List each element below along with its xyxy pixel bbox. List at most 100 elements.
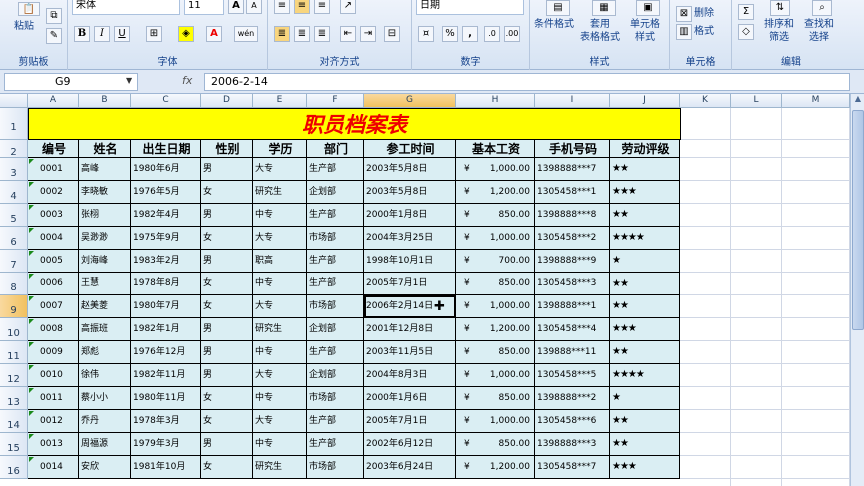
empty-cell[interactable] <box>731 140 782 158</box>
column-header-d[interactable]: D <box>201 94 253 108</box>
empty-cell[interactable] <box>680 318 731 341</box>
row-header-11[interactable]: 11 <box>0 341 28 364</box>
empty-cell[interactable] <box>782 181 850 204</box>
rating-stars[interactable]: ★★★★ <box>610 227 680 250</box>
rating-stars[interactable]: ★★ <box>610 204 680 227</box>
row-header-15[interactable]: 15 <box>0 433 28 456</box>
empty-cell[interactable] <box>680 273 731 295</box>
increase-decimal-icon[interactable]: .0 <box>484 26 500 42</box>
rating-stars[interactable]: ★★★ <box>610 318 680 341</box>
delete-button[interactable]: 删除 <box>694 7 714 20</box>
dept-cell[interactable]: 生产部 <box>307 158 364 181</box>
id-cell[interactable]: 0013 <box>28 433 79 456</box>
merge-center-icon[interactable]: ⊟ <box>384 26 400 42</box>
rating-stars[interactable]: ★★ <box>610 273 680 295</box>
birth-cell[interactable]: 1982年1月 <box>131 318 201 341</box>
join-cell[interactable]: 2001年12月8日 <box>364 318 456 341</box>
empty-cell[interactable] <box>782 204 850 227</box>
empty-cell[interactable] <box>782 140 850 158</box>
shrink-font-icon[interactable]: A <box>246 0 262 14</box>
join-cell[interactable]: 2000年1月8日 <box>364 204 456 227</box>
font-name-select[interactable]: 宋体 <box>72 0 180 15</box>
phone-cell[interactable]: 1305458***1 <box>535 181 610 204</box>
rating-stars[interactable]: ★ <box>610 250 680 273</box>
empty-cell[interactable] <box>731 341 782 364</box>
copy-icon[interactable]: ⧉ <box>46 8 62 24</box>
phone-cell[interactable]: 1305458***3 <box>535 273 610 295</box>
name-cell[interactable]: 赵美菱 <box>79 295 131 318</box>
empty-cell[interactable] <box>680 140 731 158</box>
rating-stars[interactable]: ★★★★ <box>610 364 680 387</box>
name-cell[interactable]: 高振班 <box>79 318 131 341</box>
join-cell[interactable]: 1998年10月1日 <box>364 250 456 273</box>
edu-cell[interactable]: 大专 <box>253 227 307 250</box>
align-center-icon[interactable]: ≣ <box>294 26 310 42</box>
empty-cell[interactable] <box>731 181 782 204</box>
id-cell[interactable]: 0007 <box>28 295 79 318</box>
join-cell[interactable]: 2005年7月1日 <box>364 410 456 433</box>
salary-cell[interactable]: ¥1,000.00 <box>456 158 535 181</box>
row-header-5[interactable]: 5 <box>0 204 28 227</box>
column-label[interactable]: 部门 <box>307 140 364 158</box>
id-cell[interactable]: 0012 <box>28 410 79 433</box>
salary-cell[interactable]: ¥1,000.00 <box>456 227 535 250</box>
phone-cell[interactable]: 1305458***5 <box>535 364 610 387</box>
id-cell[interactable]: 0011 <box>28 387 79 410</box>
empty-cell[interactable] <box>731 364 782 387</box>
phone-cell[interactable]: 1305458***7 <box>535 456 610 479</box>
row-header-8[interactable]: 8 <box>0 273 28 295</box>
empty-cell[interactable] <box>731 250 782 273</box>
row-header-14[interactable]: 14 <box>0 410 28 433</box>
name-cell[interactable]: 乔丹 <box>79 410 131 433</box>
rating-stars[interactable]: ★ <box>610 387 680 410</box>
birth-cell[interactable]: 1978年3月 <box>131 410 201 433</box>
sex-cell[interactable]: 女 <box>201 273 253 295</box>
empty-cell[interactable] <box>782 341 850 364</box>
column-header-l[interactable]: L <box>731 94 782 108</box>
sex-cell[interactable]: 男 <box>201 364 253 387</box>
row-header-7[interactable]: 7 <box>0 250 28 273</box>
dept-cell[interactable]: 市场部 <box>307 295 364 318</box>
paste-button[interactable]: 粘贴 <box>14 20 34 33</box>
birth-cell[interactable]: 1978年8月 <box>131 273 201 295</box>
delete-icon[interactable]: ⊠ <box>676 6 692 22</box>
empty-cell[interactable] <box>680 479 731 486</box>
empty-cell[interactable] <box>680 250 731 273</box>
join-cell[interactable]: 2002年6月12日 <box>364 433 456 456</box>
column-header-e[interactable]: E <box>253 94 307 108</box>
empty-cell[interactable] <box>680 158 731 181</box>
phone-cell[interactable]: 1398888***8 <box>535 204 610 227</box>
sex-cell[interactable]: 女 <box>201 295 253 318</box>
name-cell[interactable]: 王慧 <box>79 273 131 295</box>
format-painter-icon[interactable]: ✎ <box>46 28 62 44</box>
join-cell[interactable]: 2004年8月3日 <box>364 364 456 387</box>
edu-cell[interactable]: 中专 <box>253 273 307 295</box>
row-header-13[interactable]: 13 <box>0 387 28 410</box>
sort-filter-icon[interactable]: ⇅ <box>770 0 790 16</box>
birth-cell[interactable]: 1982年11月 <box>131 364 201 387</box>
salary-cell[interactable]: ¥850.00 <box>456 341 535 364</box>
column-label[interactable]: 学历 <box>253 140 307 158</box>
dept-cell[interactable]: 市场部 <box>307 456 364 479</box>
row-header-3[interactable]: 3 <box>0 158 28 181</box>
paste-icon[interactable]: 📋 <box>18 2 40 16</box>
column-header-i[interactable]: I <box>535 94 610 108</box>
row-header-2[interactable]: 2 <box>0 140 28 158</box>
column-header-k[interactable]: K <box>680 94 731 108</box>
row-header-6[interactable]: 6 <box>0 227 28 250</box>
empty-cell[interactable] <box>731 410 782 433</box>
row-header-9[interactable]: 9 <box>0 295 28 318</box>
phone-cell[interactable]: 1398888***9 <box>535 250 610 273</box>
column-label[interactable]: 劳动评级 <box>610 140 680 158</box>
edu-cell[interactable]: 研究生 <box>253 181 307 204</box>
dept-cell[interactable]: 企划部 <box>307 364 364 387</box>
name-cell[interactable]: 徐伟 <box>79 364 131 387</box>
empty-cell[interactable] <box>680 108 731 140</box>
decrease-indent-icon[interactable]: ⇤ <box>340 26 356 42</box>
increase-indent-icon[interactable]: ⇥ <box>360 26 376 42</box>
edu-cell[interactable]: 职高 <box>253 250 307 273</box>
empty-cell[interactable] <box>680 387 731 410</box>
empty-cell[interactable] <box>731 158 782 181</box>
underline-button[interactable]: U <box>114 26 130 42</box>
id-cell[interactable]: 0003 <box>28 204 79 227</box>
